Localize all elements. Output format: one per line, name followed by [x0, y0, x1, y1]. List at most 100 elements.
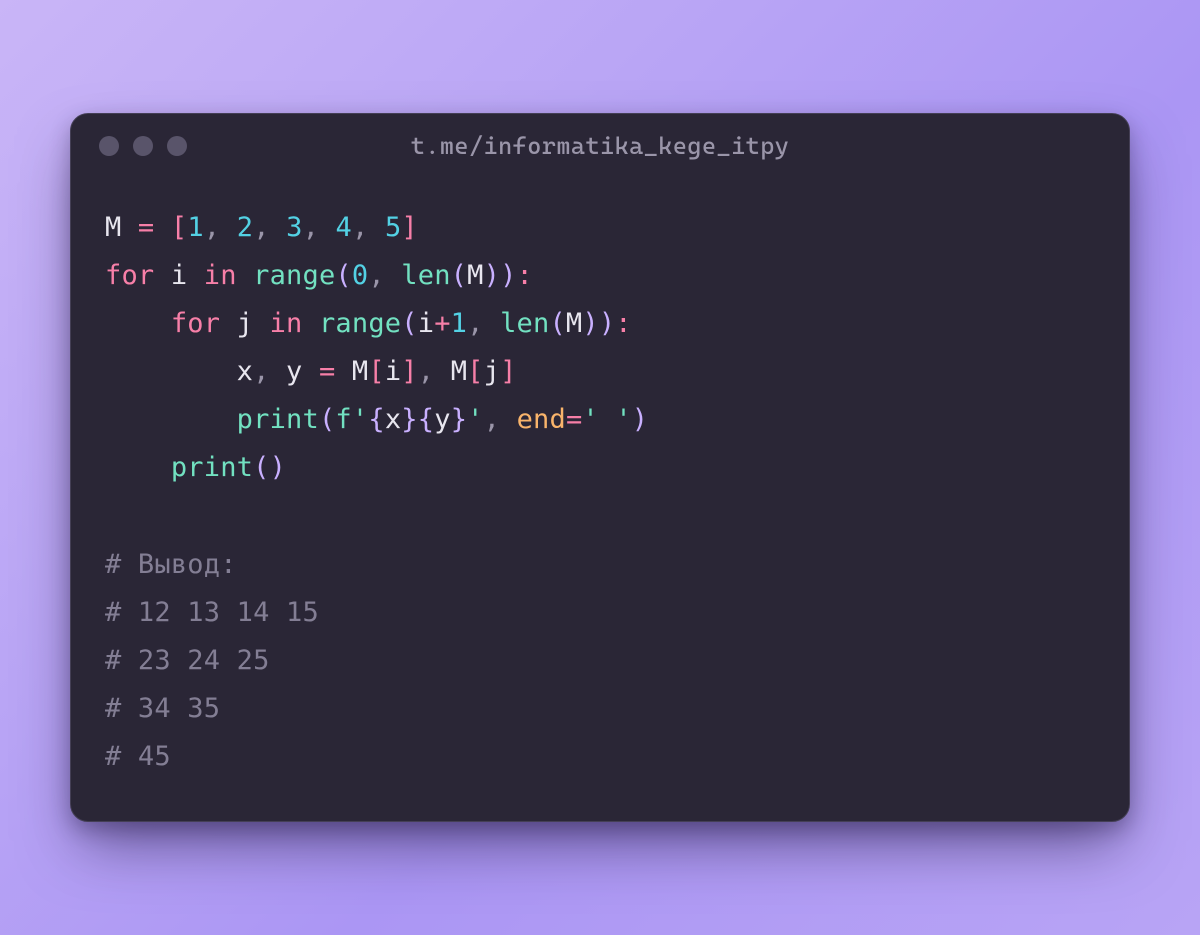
code-token: ) — [632, 404, 648, 435]
code-token: , — [467, 308, 483, 339]
code-line: # 23 24 25 — [105, 637, 1095, 685]
code-token — [154, 212, 170, 243]
code-token: # 45 — [105, 741, 171, 772]
code-token: , — [204, 212, 220, 243]
code-token — [319, 212, 335, 243]
code-token: ' — [352, 404, 368, 435]
code-token: # 12 13 14 15 — [105, 597, 319, 628]
traffic-lights — [99, 136, 187, 156]
code-token: 1 — [187, 212, 203, 243]
code-token: range — [319, 308, 401, 339]
code-token: 3 — [286, 212, 302, 243]
code-token: M — [105, 212, 138, 243]
code-token: i — [385, 356, 401, 387]
code-token: x — [385, 404, 401, 435]
code-token: in — [204, 260, 237, 291]
code-token: , — [368, 260, 384, 291]
code-token: = — [319, 356, 335, 387]
code-token: 5 — [385, 212, 401, 243]
code-token: : — [615, 308, 631, 339]
code-token: , — [253, 356, 269, 387]
code-line: x, y = M[i], M[j] — [105, 348, 1095, 396]
close-icon[interactable] — [99, 136, 119, 156]
code-token — [385, 260, 401, 291]
code-token: , — [352, 212, 368, 243]
code-token: ( — [401, 308, 417, 339]
code-token: ] — [401, 212, 417, 243]
code-token: { — [368, 404, 384, 435]
code-token: } — [451, 404, 467, 435]
code-token: ' ' — [582, 404, 631, 435]
code-token: ( — [451, 260, 467, 291]
code-line — [105, 493, 1095, 541]
code-line: # 45 — [105, 733, 1095, 781]
code-token — [368, 212, 384, 243]
code-token: # Вывод: — [105, 549, 237, 580]
code-token: , — [253, 212, 269, 243]
code-token: y — [434, 404, 450, 435]
code-token: in — [270, 308, 303, 339]
code-token: , — [418, 356, 434, 387]
code-token: M — [467, 260, 483, 291]
code-token: () — [253, 452, 286, 483]
code-token: i — [418, 308, 434, 339]
code-token — [500, 404, 516, 435]
code-line: print() — [105, 444, 1095, 492]
code-token: } — [401, 404, 417, 435]
code-token: [ — [467, 356, 483, 387]
code-token: ( — [549, 308, 565, 339]
code-line: for i in range(0, len(M)): — [105, 252, 1095, 300]
code-token: M — [434, 356, 467, 387]
code-token: len — [401, 260, 450, 291]
code-token: i — [154, 260, 203, 291]
code-token: for — [171, 308, 220, 339]
code-line: # Вывод: — [105, 541, 1095, 589]
code-token: : — [517, 260, 533, 291]
code-token: 4 — [336, 212, 352, 243]
code-token: = — [138, 212, 154, 243]
code-line: print(f'{x}{y}', end=' ') — [105, 396, 1095, 444]
minimize-icon[interactable] — [133, 136, 153, 156]
code-block: M = [1, 2, 3, 4, 5]for i in range(0, len… — [71, 178, 1129, 821]
code-token: 0 — [352, 260, 368, 291]
code-token: M — [566, 308, 582, 339]
code-line: for j in range(i+1, len(M)): — [105, 300, 1095, 348]
code-token: # 34 35 — [105, 693, 220, 724]
code-token: j — [484, 356, 500, 387]
code-line: # 34 35 — [105, 685, 1095, 733]
code-token: end — [517, 404, 566, 435]
code-token: x — [237, 356, 253, 387]
code-token: , — [303, 212, 319, 243]
code-token — [303, 308, 319, 339]
window-title: t.me/informatika_kege_itpy — [71, 132, 1129, 160]
code-token: len — [500, 308, 549, 339]
code-token: M — [335, 356, 368, 387]
code-window: t.me/informatika_kege_itpy M = [1, 2, 3,… — [70, 113, 1130, 822]
titlebar: t.me/informatika_kege_itpy — [71, 114, 1129, 178]
code-token: for — [105, 260, 154, 291]
code-token: { — [418, 404, 434, 435]
code-token: print — [171, 452, 253, 483]
code-token — [237, 260, 253, 291]
code-token: = — [566, 404, 582, 435]
code-token: ' — [467, 404, 483, 435]
code-line: M = [1, 2, 3, 4, 5] — [105, 204, 1095, 252]
code-token: # 23 24 25 — [105, 645, 270, 676]
code-token: ] — [401, 356, 417, 387]
maximize-icon[interactable] — [167, 136, 187, 156]
code-token: j — [220, 308, 269, 339]
code-token: )) — [484, 260, 517, 291]
code-token: , — [484, 404, 500, 435]
code-token: range — [253, 260, 335, 291]
code-token: [ — [368, 356, 384, 387]
code-token: [ — [171, 212, 187, 243]
code-token: ] — [500, 356, 516, 387]
code-token: 1 — [451, 308, 467, 339]
code-token: print — [237, 404, 319, 435]
code-token: ( — [319, 404, 335, 435]
code-token: )) — [582, 308, 615, 339]
code-token: f — [335, 404, 351, 435]
code-token: y — [270, 356, 319, 387]
code-token — [270, 212, 286, 243]
code-line: # 12 13 14 15 — [105, 589, 1095, 637]
